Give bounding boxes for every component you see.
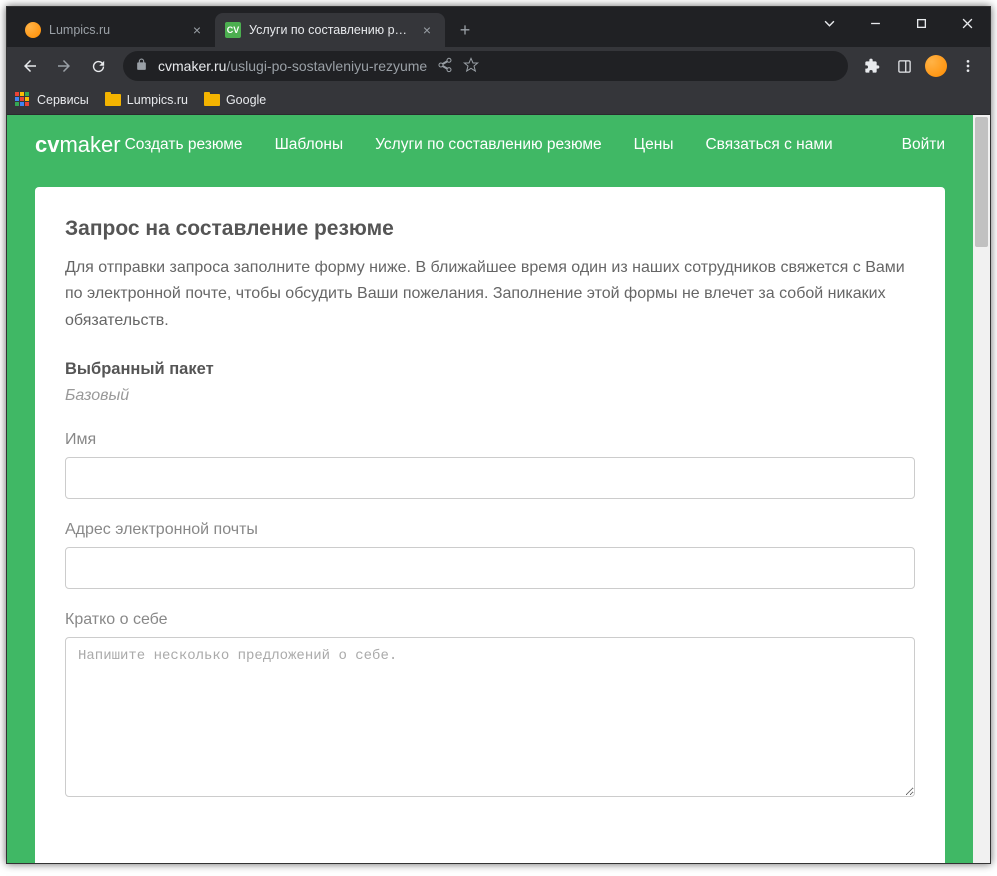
name-label: Имя xyxy=(65,431,915,449)
bookmark-apps[interactable]: Сервисы xyxy=(15,92,89,108)
package-value: Базовый xyxy=(65,387,915,405)
name-group: Имя xyxy=(65,431,915,499)
chevron-down-icon[interactable] xyxy=(806,7,852,39)
nav-services[interactable]: Услуги по составлению резюме xyxy=(375,136,602,154)
bookmark-lumpics[interactable]: Lumpics.ru xyxy=(105,93,188,107)
close-window-button[interactable] xyxy=(944,7,990,39)
menu-icon[interactable] xyxy=(954,52,982,80)
nav-pricing[interactable]: Цены xyxy=(634,136,674,154)
scrollbar[interactable] xyxy=(973,115,990,863)
nav-contact[interactable]: Связаться с нами xyxy=(705,136,832,154)
forward-button[interactable] xyxy=(49,51,79,81)
lock-icon xyxy=(135,58,148,74)
tab-title: Lumpics.ru xyxy=(49,23,183,37)
toolbar: cvmaker.ru/uslugi-po-sostavleniyu-rezyum… xyxy=(7,47,990,85)
folder-icon xyxy=(105,94,121,106)
email-label: Адрес электронной почты xyxy=(65,521,915,539)
site-header: cvmaker Создать резюме Шаблоны Услуги по… xyxy=(7,115,973,175)
nav-login[interactable]: Войти xyxy=(902,136,945,154)
folder-icon xyxy=(204,94,220,106)
about-group: Кратко о себе xyxy=(65,611,915,802)
sidepanel-icon[interactable] xyxy=(890,52,918,80)
minimize-button[interactable] xyxy=(852,7,898,39)
bookmark-google[interactable]: Google xyxy=(204,93,266,107)
site-logo[interactable]: cvmaker xyxy=(35,132,121,158)
titlebar: Lumpics.ru × CV Услуги по составлению ре… xyxy=(7,7,990,47)
address-actions xyxy=(437,57,479,76)
window-controls xyxy=(806,7,990,47)
bookmark-label: Lumpics.ru xyxy=(127,93,188,107)
tab-cvmaker[interactable]: CV Услуги по составлению резюме × xyxy=(215,13,445,47)
page-content: cvmaker Создать резюме Шаблоны Услуги по… xyxy=(7,115,973,863)
bookmarks-bar: Сервисы Lumpics.ru Google xyxy=(7,85,990,115)
about-textarea[interactable] xyxy=(65,637,915,797)
form-heading: Запрос на составление резюме xyxy=(65,217,915,241)
extensions-icon[interactable] xyxy=(858,52,886,80)
address-bar[interactable]: cvmaker.ru/uslugi-po-sostavleniyu-rezyum… xyxy=(123,51,848,81)
tabs-area: Lumpics.ru × CV Услуги по составлению ре… xyxy=(7,7,806,47)
profile-avatar[interactable] xyxy=(922,52,950,80)
favicon-cv-icon: CV xyxy=(225,22,241,38)
new-tab-button[interactable]: + xyxy=(451,16,479,44)
apps-icon xyxy=(15,92,31,108)
star-icon[interactable] xyxy=(463,57,479,76)
nav-create-resume[interactable]: Создать резюме xyxy=(125,136,243,154)
tab-lumpics[interactable]: Lumpics.ru × xyxy=(15,13,215,47)
maximize-button[interactable] xyxy=(898,7,944,39)
viewport: cvmaker Создать резюме Шаблоны Услуги по… xyxy=(7,115,990,863)
close-icon[interactable]: × xyxy=(189,22,205,38)
email-input[interactable] xyxy=(65,547,915,589)
browser-window: Lumpics.ru × CV Услуги по составлению ре… xyxy=(6,6,991,864)
request-form-card: Запрос на составление резюме Для отправк… xyxy=(35,187,945,863)
favicon-orange-icon xyxy=(25,22,41,38)
reload-button[interactable] xyxy=(83,51,113,81)
nav-templates[interactable]: Шаблоны xyxy=(275,136,344,154)
form-intro: Для отправки запроса заполните форму ниж… xyxy=(65,255,915,334)
bookmark-label: Сервисы xyxy=(37,93,89,107)
about-label: Кратко о себе xyxy=(65,611,915,629)
back-button[interactable] xyxy=(15,51,45,81)
close-icon[interactable]: × xyxy=(419,22,435,38)
name-input[interactable] xyxy=(65,457,915,499)
package-label: Выбранный пакет xyxy=(65,360,915,379)
scrollbar-thumb[interactable] xyxy=(975,117,988,247)
tab-title: Услуги по составлению резюме xyxy=(249,23,413,37)
bookmark-label: Google xyxy=(226,93,266,107)
email-group: Адрес электронной почты xyxy=(65,521,915,589)
main-nav: Создать резюме Шаблоны Услуги по составл… xyxy=(125,136,902,154)
share-icon[interactable] xyxy=(437,57,453,76)
url-text: cvmaker.ru/uslugi-po-sostavleniyu-rezyum… xyxy=(158,58,427,74)
